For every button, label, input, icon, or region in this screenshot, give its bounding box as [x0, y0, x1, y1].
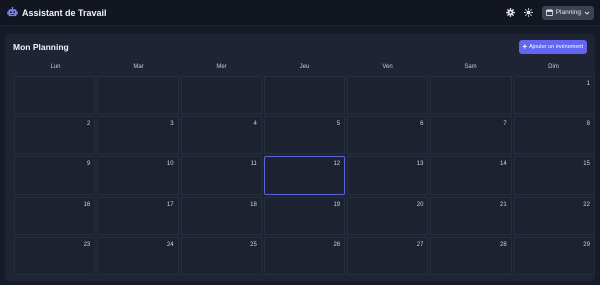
- weekday-label: Mer: [216, 64, 227, 70]
- day-number: 4: [253, 121, 257, 128]
- day-number: 14: [500, 161, 507, 168]
- calendar-day-cell[interactable]: 29: [513, 236, 595, 275]
- day-number: 13: [416, 161, 424, 168]
- weekday-label: Mar: [133, 64, 144, 70]
- top-actions: Planning: [505, 5, 594, 20]
- day-number: 20: [416, 201, 424, 208]
- day-number: 29: [583, 241, 590, 248]
- plus-icon: +: [522, 42, 528, 51]
- calendar-day-cell[interactable]: 17: [97, 196, 179, 235]
- day-number: 28: [500, 241, 507, 248]
- day-number: 12: [333, 161, 341, 168]
- calendar-day-cell[interactable]: 22: [513, 196, 595, 235]
- weekday-header: Lun Mar Mer Jeu Ven Sam Dim: [14, 64, 595, 70]
- weekday-label: Jeu: [299, 64, 310, 70]
- calendar-day-cell[interactable]: 4: [180, 116, 262, 155]
- day-number: 19: [333, 201, 341, 208]
- calendar-day-cell[interactable]: 1: [513, 76, 595, 115]
- calendar-grid: 1 2 3 4 5 6 7 8 9 10 11 12 13 14 15 16 17 18 19 20 21 22 23 24 2…: [14, 76, 595, 275]
- day-number: 8: [586, 121, 590, 128]
- day-number: 22: [583, 201, 590, 208]
- day-number: 16: [83, 201, 91, 208]
- gear-icon[interactable]: [505, 8, 515, 17]
- day-number: 7: [503, 121, 507, 128]
- calendar-day-cell[interactable]: 16: [14, 196, 96, 235]
- calendar-day-cell[interactable]: 18: [180, 196, 262, 235]
- calendar-day-cell[interactable]: 24: [97, 236, 179, 275]
- calendar-day-cell[interactable]: 3: [97, 116, 179, 155]
- day-number: 18: [250, 201, 257, 208]
- day-number: 9: [86, 161, 91, 168]
- weekday-label: Ven: [382, 64, 393, 70]
- calendar-day-cell[interactable]: 14: [430, 156, 512, 195]
- calendar-day-cell[interactable]: 21: [430, 196, 512, 235]
- calendar-day-cell[interactable]: [430, 76, 512, 115]
- calendar-day-cell[interactable]: 10: [97, 156, 179, 195]
- calendar-day-cell[interactable]: 5: [263, 116, 346, 155]
- calendar-day-cell[interactable]: 2: [14, 116, 96, 155]
- add-event-label: Ajouter un événement: [529, 44, 583, 50]
- calendar-day-cell[interactable]: 19: [263, 196, 346, 235]
- panel-title: Mon Planning: [13, 42, 69, 52]
- add-event-button[interactable]: + Ajouter un événement: [518, 40, 587, 54]
- day-number: 2: [86, 121, 91, 128]
- day-number: 27: [416, 241, 424, 248]
- calendar-day-cell[interactable]: 23: [14, 236, 96, 275]
- day-number: 11: [250, 161, 257, 168]
- calendar-day-cell[interactable]: [347, 76, 429, 115]
- sun-icon[interactable]: [523, 8, 533, 17]
- day-number: 3: [170, 121, 174, 128]
- day-number: 25: [250, 241, 257, 248]
- day-number: 17: [166, 201, 174, 208]
- calendar-day-cell[interactable]: 13: [347, 156, 429, 195]
- calendar-day-cell[interactable]: 27: [347, 236, 429, 275]
- day-number: 5: [336, 121, 341, 128]
- calendar-day-cell[interactable]: [97, 76, 179, 115]
- day-number: 1: [586, 81, 590, 87]
- weekday-label: Sam: [464, 64, 477, 70]
- calendar-day-cell-today[interactable]: 12: [263, 156, 346, 195]
- calendar-day-cell[interactable]: 6: [347, 116, 429, 155]
- weekday-label: Dim: [548, 64, 559, 70]
- day-number: 24: [166, 241, 174, 248]
- calendar-day-cell[interactable]: [263, 76, 346, 115]
- calendar-day-cell[interactable]: 28: [430, 236, 512, 275]
- calendar-day-cell[interactable]: [180, 76, 262, 115]
- panel-header: Mon Planning + Ajouter un événement: [13, 40, 587, 54]
- calendar-day-cell[interactable]: 8: [513, 116, 595, 155]
- robot-icon: [7, 7, 18, 18]
- day-number: 6: [420, 121, 424, 128]
- day-number: 21: [500, 201, 507, 208]
- calendar-day-cell[interactable]: 20: [347, 196, 429, 235]
- view-selector-label: Planning: [555, 9, 581, 16]
- calendar-day-cell[interactable]: 7: [430, 116, 512, 155]
- weekday-label: Lun: [50, 64, 61, 70]
- brand: Assistant de Travail: [7, 7, 107, 18]
- day-number: 23: [83, 241, 91, 248]
- calendar-day-cell[interactable]: 25: [180, 236, 262, 275]
- day-number: 15: [583, 161, 590, 168]
- calendar-day-cell[interactable]: [14, 76, 96, 115]
- calendar-day-cell[interactable]: 11: [180, 156, 262, 195]
- calendar-icon: [545, 9, 553, 16]
- view-selector[interactable]: Planning: [541, 5, 594, 20]
- calendar-day-cell[interactable]: 9: [14, 156, 96, 195]
- chevron-down-icon: [584, 10, 590, 16]
- day-number: 10: [166, 161, 174, 168]
- calendar-day-cell[interactable]: 26: [263, 236, 346, 275]
- top-bar: Assistant de Travail Planning: [0, 0, 600, 26]
- app-title: Assistant de Travail: [22, 7, 107, 18]
- day-number: 26: [333, 241, 341, 248]
- calendar-day-cell[interactable]: 15: [513, 156, 595, 195]
